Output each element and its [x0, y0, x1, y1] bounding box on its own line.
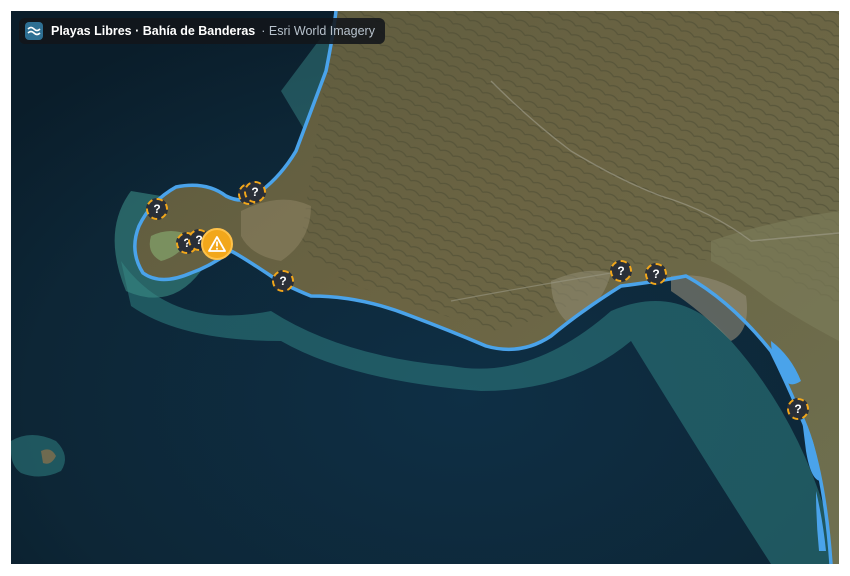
- beach-alert-marker[interactable]: [201, 228, 233, 260]
- map-frame[interactable]: Playas Libres · Bahía de Banderas · Esri…: [11, 11, 839, 564]
- beach-marker-unknown[interactable]: ?: [645, 263, 667, 285]
- beach-marker-unknown[interactable]: ?: [146, 198, 168, 220]
- basemap-source: · Esri World Imagery: [261, 24, 375, 38]
- map-title: Playas Libres · Bahía de Banderas: [51, 24, 256, 38]
- satellite-map[interactable]: [11, 11, 839, 564]
- beach-marker-unknown[interactable]: ?: [610, 260, 632, 282]
- warning-triangle-icon: [208, 236, 226, 252]
- beach-marker-unknown[interactable]: ?: [787, 398, 809, 420]
- waves-icon: [25, 22, 43, 40]
- beach-marker-unknown[interactable]: ?: [272, 270, 294, 292]
- beach-marker-unknown[interactable]: ?: [244, 181, 266, 203]
- map-title-bar: Playas Libres · Bahía de Banderas · Esri…: [19, 18, 385, 44]
